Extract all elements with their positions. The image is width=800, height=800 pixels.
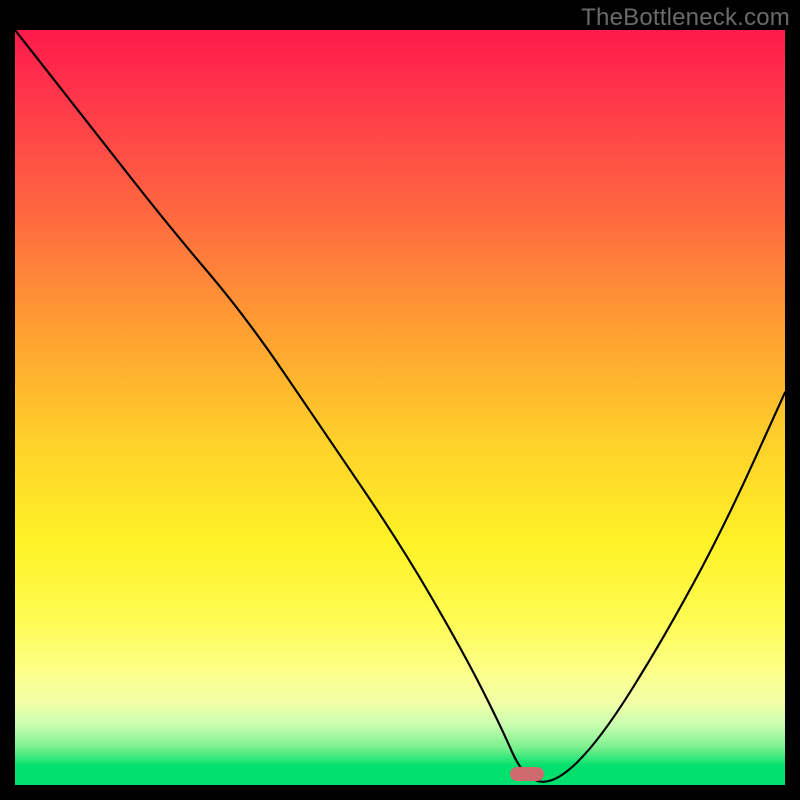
chart-frame: TheBottleneck.com <box>0 0 800 800</box>
plot-area <box>15 30 785 785</box>
optimal-point-marker <box>510 767 544 781</box>
watermark-label: TheBottleneck.com <box>581 4 790 32</box>
curve-path <box>15 30 785 782</box>
bottleneck-curve <box>15 30 785 785</box>
